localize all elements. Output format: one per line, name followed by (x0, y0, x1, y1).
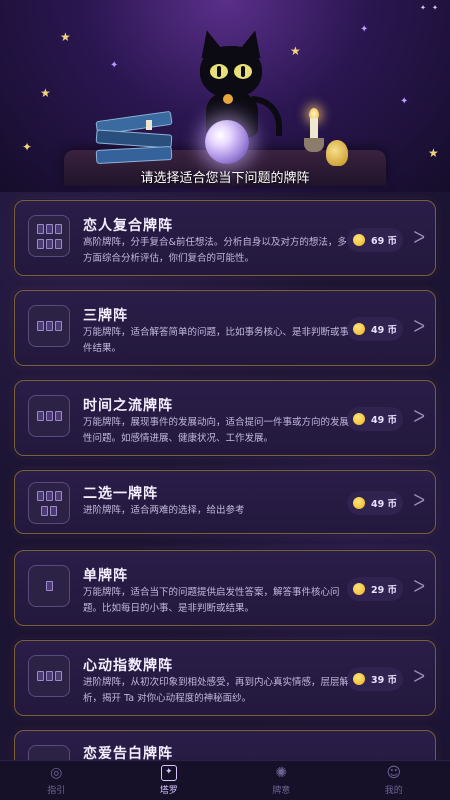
bottom-tab-bar: ◎ 指引 ✦ 塔罗 ✺ 牌意 ☺ 我的 (0, 760, 450, 800)
chevron-right-icon[interactable]: ᐳ (413, 228, 425, 247)
spread-title: 心动指数牌阵 (83, 658, 173, 674)
price-badge: 49 币 (347, 407, 403, 431)
coin-icon (352, 673, 365, 685)
confession-spread-icon (28, 745, 70, 760)
chevron-right-icon[interactable]: ᐳ (413, 317, 425, 336)
profile-icon: ☺ (386, 765, 402, 781)
coin-icon (352, 323, 365, 335)
candlestick-illustration (304, 138, 324, 152)
star-icon: ✦ (110, 60, 119, 71)
spread-title: 二选一牌阵 (83, 486, 158, 502)
spread-card-heartbeat-index[interactable]: 心动指数牌阵 进阶牌阵，从初次印象到相处感受，再到内心真实情感，层层解析，揭开 … (14, 640, 436, 716)
price-text: 39 币 (370, 675, 398, 686)
chevron-right-icon[interactable]: ᐳ (413, 577, 425, 596)
chevron-right-icon[interactable]: ᐳ (413, 491, 425, 510)
tab-card-meaning[interactable]: ✺ 牌意 (241, 765, 321, 796)
potion-bottle-illustration (326, 140, 348, 166)
coin-icon (352, 497, 365, 509)
hero-banner: ✦ ✦ ★ ✦ ★ ✦ ★ ✦ ✦ ★ 请选择适合您当下问题的牌阵 (0, 0, 450, 192)
price-badge: 39 币 (347, 667, 403, 691)
tab-label: 指引 (47, 786, 66, 796)
tab-label: 我的 (384, 786, 403, 796)
tab-profile[interactable]: ☺ 我的 (354, 765, 434, 796)
heartbeat-spread-icon (28, 655, 70, 697)
star-icon: ✦ (360, 24, 369, 35)
spread-card-single-card[interactable]: 单牌阵 万能牌阵，适合当下的问题提供启发性答案，解答事件核心问题。比如每日的小事… (14, 550, 436, 626)
spread-description: 万能牌阵，适合当下的问题提供启发性答案，解答事件核心问题。比如每日的小事、是非判… (83, 587, 340, 614)
tab-label: 牌意 (272, 786, 291, 796)
price-text: 69 币 (370, 236, 398, 247)
coin-icon (352, 234, 365, 246)
tab-guide[interactable]: ◎ 指引 (16, 765, 96, 796)
heart-spread-icon (28, 215, 70, 257)
price-badge: 69 币 (347, 228, 403, 252)
spread-description: 进阶牌阵，从初次印象到相处感受，再到内心真实情感，层层解析，揭开 Ta 对你心动… (83, 677, 350, 704)
spread-card-lover-reunion[interactable]: 恋人复合牌阵 高阶牌阵，分手复合&前任想法。分析自身以及对方的想法，多方面综合分… (14, 200, 436, 276)
spread-description: 万能牌阵，展现事件的发展动向，适合提问一件事或方向的发展性问题。如感情进展、健康… (83, 417, 350, 444)
price-text: 49 币 (370, 325, 398, 336)
spread-description: 高阶牌阵，分手复合&前任想法。分析自身以及对方的想法，多方面综合分析评估，你们复… (83, 237, 347, 264)
tab-tarot[interactable]: ✦ 塔罗 (129, 765, 209, 796)
price-badge: 49 币 (347, 491, 403, 515)
star-icon: ✦ (400, 96, 409, 107)
coin-icon (352, 413, 365, 425)
card-meaning-icon: ✺ (275, 765, 288, 781)
hero-caption: 请选择适合您当下问题的牌阵 (140, 171, 310, 186)
coin-icon (352, 583, 365, 595)
tarot-icon: ✦ (160, 765, 177, 781)
candle-illustration (310, 118, 318, 140)
spread-card-time-flow[interactable]: 时间之流牌阵 万能牌阵，展现事件的发展动向，适合提问一件事或方向的发展性问题。如… (14, 380, 436, 456)
star-icon: ★ (290, 44, 301, 58)
spread-list[interactable]: 恋人复合牌阵 高阶牌阵，分手复合&前任想法。分析自身以及对方的想法，多方面综合分… (0, 192, 450, 760)
star-icon: ★ (60, 30, 71, 44)
star-icon: ★ (428, 146, 439, 160)
spread-card-love-confession[interactable]: 恋爱告白牌阵 (14, 730, 436, 760)
tab-label: 塔罗 (159, 786, 178, 796)
single-card-spread-icon (28, 565, 70, 607)
three-card-spread-icon (28, 305, 70, 347)
spread-title: 时间之流牌阵 (83, 398, 173, 414)
status-icons: ✦ ✦ (419, 2, 438, 13)
chevron-right-icon[interactable]: ᐳ (413, 667, 425, 686)
spread-title: 三牌阵 (83, 308, 128, 324)
guide-icon: ◎ (50, 765, 63, 781)
spread-card-three-card[interactable]: 三牌阵 万能牌阵，适合解答简单的问题，比如事务核心、是非判断或事件结果。 49 … (14, 290, 436, 366)
time-flow-spread-icon (28, 395, 70, 437)
two-choice-spread-icon (28, 482, 70, 524)
chevron-right-icon[interactable]: ᐳ (413, 407, 425, 426)
price-text: 29 币 (370, 585, 398, 596)
spread-description: 进阶牌阵，适合两难的选择，给出参考 (83, 505, 245, 516)
crystal-ball-illustration (205, 120, 249, 164)
price-text: 49 币 (370, 499, 398, 510)
books-illustration (95, 110, 173, 168)
price-text: 49 币 (370, 415, 398, 426)
price-badge: 49 币 (347, 317, 403, 341)
star-icon: ✦ (22, 140, 33, 154)
spread-title: 单牌阵 (83, 568, 128, 584)
price-badge: 29 币 (347, 577, 403, 601)
spread-title: 恋爱告白牌阵 (83, 746, 173, 760)
spread-card-two-choice[interactable]: 二选一牌阵 进阶牌阵，适合两难的选择，给出参考 49 币 ᐳ (14, 470, 436, 534)
spread-description: 万能牌阵，适合解答简单的问题，比如事务核心、是非判断或事件结果。 (83, 327, 350, 354)
candle-illustration (146, 120, 152, 130)
spread-title: 恋人复合牌阵 (83, 218, 173, 234)
star-icon: ★ (40, 86, 51, 100)
